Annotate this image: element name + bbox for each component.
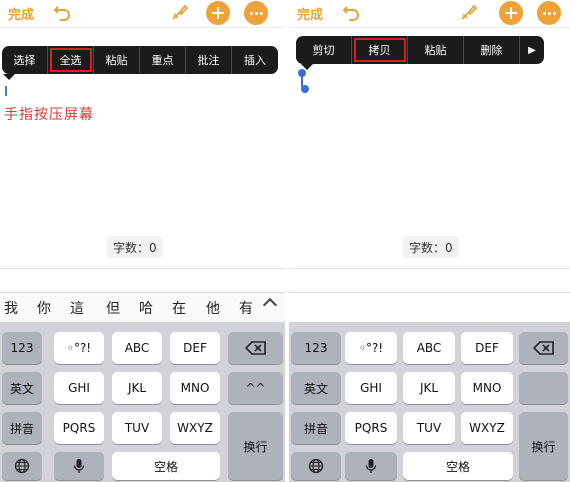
key-abc[interactable]: ABC: [112, 332, 162, 364]
menu-insert[interactable]: 插入: [232, 46, 278, 74]
key-emoticon-blank[interactable]: [519, 372, 568, 404]
candidate-word[interactable]: 他: [206, 298, 220, 318]
key-punct[interactable]: ◦°?!: [345, 332, 397, 364]
editor-bottom-line: [0, 268, 285, 269]
space-key[interactable]: 空格: [403, 452, 513, 480]
key-def[interactable]: DEF: [461, 332, 513, 364]
key-tuv[interactable]: TUV: [403, 412, 455, 444]
right-screen: 完成 剪切 拷贝 粘贴 删除 ▶ 字数：0 123 ◦°?! ABC DEF 英…: [289, 0, 570, 482]
enter-key[interactable]: 换行: [228, 412, 283, 480]
menu-cut[interactable]: 剪切: [296, 36, 352, 64]
selection-end-handle[interactable]: [301, 85, 309, 93]
key-123[interactable]: 123: [2, 332, 42, 364]
undo-icon[interactable]: [52, 2, 72, 22]
menu-select[interactable]: 选择: [2, 46, 48, 74]
done-button[interactable]: 完成: [8, 4, 34, 23]
key-123[interactable]: 123: [291, 332, 341, 364]
menu-more-arrow[interactable]: ▶: [520, 36, 544, 64]
key-jkl[interactable]: JKL: [403, 372, 455, 404]
key-abc[interactable]: ABC: [403, 332, 455, 364]
toolbar-separator: [289, 27, 570, 28]
globe-icon: [308, 458, 324, 474]
key-wxyz[interactable]: WXYZ: [170, 412, 220, 444]
menu-select-all[interactable]: 全选: [48, 46, 94, 74]
add-button[interactable]: [206, 1, 230, 25]
candidate-word[interactable]: 有: [239, 298, 253, 318]
toolbar-separator: [0, 27, 285, 28]
edit-menu: 选择 全选 粘贴 重点 批注 插入: [2, 46, 278, 74]
menu-paste[interactable]: 粘贴: [408, 36, 464, 64]
key-pqrs[interactable]: PQRS: [54, 412, 104, 444]
key-english[interactable]: 英文: [291, 372, 341, 404]
backspace-icon: [532, 341, 554, 355]
menu-highlight[interactable]: 重点: [140, 46, 186, 74]
more-button[interactable]: [244, 1, 268, 25]
undo-icon[interactable]: [341, 2, 361, 22]
menu-pointer: [3, 74, 15, 80]
key-mno[interactable]: MNO: [170, 372, 220, 404]
candidate-word[interactable]: 哈: [139, 298, 153, 318]
key-ghi[interactable]: GHI: [345, 372, 397, 404]
candidate-word[interactable]: 我: [4, 298, 18, 318]
format-brush-icon[interactable]: [459, 2, 479, 22]
enter-key[interactable]: 换行: [519, 412, 568, 480]
format-brush-icon[interactable]: [170, 2, 190, 22]
backspace-icon: [244, 341, 266, 355]
globe-key[interactable]: [291, 452, 341, 480]
menu-copy[interactable]: 拷贝: [352, 36, 408, 64]
backspace-key[interactable]: [519, 332, 568, 364]
key-jkl[interactable]: JKL: [112, 372, 162, 404]
left-screen: 完成 选择 全选 粘贴 重点 批注 插入 手指按压屏幕 字数：0 我 你 這 但…: [0, 0, 285, 482]
space-key[interactable]: 空格: [112, 452, 220, 480]
word-count: 字数：0: [107, 236, 163, 258]
key-punct[interactable]: ◦°?!: [54, 332, 104, 364]
candidate-word[interactable]: 這: [70, 298, 84, 318]
add-button[interactable]: [499, 1, 523, 25]
key-mno[interactable]: MNO: [461, 372, 513, 404]
keyboard: 123 ◦°?! ABC DEF 英文 GHI JKL MNO 拼音 PQRS …: [289, 322, 570, 482]
key-pqrs[interactable]: PQRS: [345, 412, 397, 444]
key-wxyz[interactable]: WXYZ: [461, 412, 513, 444]
candidate-bar-border: [0, 292, 285, 293]
mic-key[interactable]: [345, 452, 397, 480]
mic-icon: [73, 459, 85, 473]
candidate-word[interactable]: 但: [106, 298, 120, 318]
globe-key[interactable]: [2, 452, 42, 480]
key-pinyin[interactable]: 拼音: [2, 412, 42, 444]
menu-delete[interactable]: 删除: [464, 36, 520, 64]
key-english[interactable]: 英文: [2, 372, 42, 404]
more-button[interactable]: [537, 1, 561, 25]
backspace-key[interactable]: [228, 332, 283, 364]
text-cursor: [5, 86, 7, 96]
word-count: 字数：0: [403, 236, 459, 258]
key-ghi[interactable]: GHI: [54, 372, 104, 404]
edit-menu: 剪切 拷贝 粘贴 删除 ▶: [296, 36, 544, 64]
key-pinyin[interactable]: 拼音: [291, 412, 341, 444]
globe-icon: [14, 458, 30, 474]
keyboard: 123 ◦°?! ABC DEF 英文 GHI JKL MNO ^^ 拼音 PQ…: [0, 322, 285, 482]
mic-key[interactable]: [54, 452, 104, 480]
candidate-word[interactable]: 在: [172, 298, 186, 318]
menu-comment[interactable]: 批注: [186, 46, 232, 74]
key-tuv[interactable]: TUV: [112, 412, 162, 444]
done-button[interactable]: 完成: [297, 4, 323, 23]
mic-icon: [365, 459, 377, 473]
menu-paste[interactable]: 粘贴: [94, 46, 140, 74]
key-emoticon[interactable]: ^^: [228, 372, 283, 404]
key-def[interactable]: DEF: [170, 332, 220, 364]
candidate-word[interactable]: 你: [37, 298, 51, 318]
candidate-bar-border: [289, 292, 570, 293]
editor-bottom-line: [289, 268, 570, 269]
instruction-text: 手指按压屏幕: [4, 107, 94, 123]
